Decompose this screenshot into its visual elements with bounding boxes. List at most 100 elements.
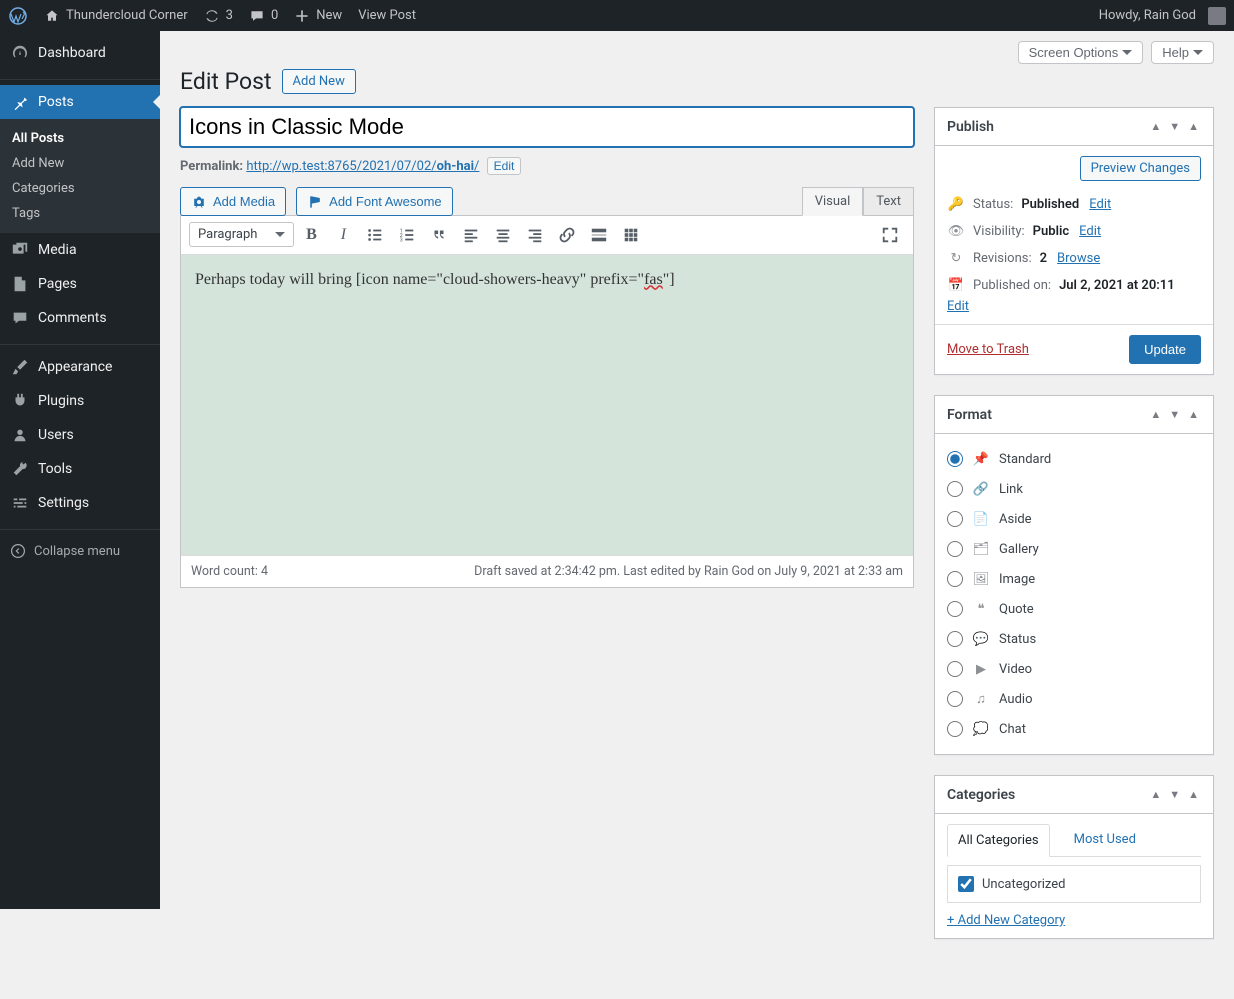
panel-toggle-icon[interactable]: ▲ (1186, 786, 1201, 803)
format-radio[interactable] (947, 601, 963, 617)
menu-settings[interactable]: Settings (0, 486, 160, 520)
update-button[interactable]: Update (1129, 335, 1201, 364)
add-media-button[interactable]: Add Media (180, 187, 286, 216)
menu-posts[interactable]: Posts (0, 85, 160, 119)
flag-icon (307, 193, 323, 210)
format-radio[interactable] (947, 691, 963, 707)
menu-separator (0, 525, 160, 530)
format-option-status[interactable]: 💬Status (947, 624, 1201, 654)
block-format-select[interactable]: Paragraph (189, 222, 294, 247)
blockquote-button[interactable] (424, 220, 454, 250)
gallery-icon: 🗂 (971, 539, 991, 559)
submenu-tags[interactable]: Tags (0, 201, 160, 226)
fullscreen-button[interactable] (875, 220, 905, 250)
tab-visual[interactable]: Visual (802, 187, 864, 216)
format-radio[interactable] (947, 661, 963, 677)
move-up-icon[interactable]: ▲ (1148, 118, 1163, 135)
edit-slug-button[interactable]: Edit (487, 157, 522, 175)
bullet-list-button[interactable] (360, 220, 390, 250)
menu-dashboard[interactable]: Dashboard (0, 36, 160, 70)
format-option-video[interactable]: ▶Video (947, 654, 1201, 684)
edit-visibility-link[interactable]: Edit (1079, 224, 1101, 239)
format-radio[interactable] (947, 571, 963, 587)
main-content: Screen Options Help Edit Post Add New Pe… (160, 31, 1234, 999)
menu-tools[interactable]: Tools (0, 452, 160, 486)
updates-link[interactable]: 3 (196, 0, 241, 31)
wp-logo[interactable] (0, 0, 36, 31)
menu-pages[interactable]: Pages (0, 267, 160, 301)
browse-revisions-link[interactable]: Browse (1057, 251, 1100, 266)
format-option-link[interactable]: 🔗Link (947, 474, 1201, 504)
move-down-icon[interactable]: ▼ (1167, 786, 1182, 803)
submenu-categories[interactable]: Categories (0, 176, 160, 201)
view-post-link[interactable]: View Post (350, 0, 424, 31)
format-option-aside[interactable]: 📄Aside (947, 504, 1201, 534)
menu-plugins[interactable]: Plugins (0, 384, 160, 418)
move-down-icon[interactable]: ▼ (1167, 118, 1182, 135)
format-option-quote[interactable]: ❝Quote (947, 594, 1201, 624)
format-option-audio[interactable]: ♫Audio (947, 684, 1201, 714)
history-icon: ↻ (947, 251, 965, 266)
format-option-image[interactable]: 🖼Image (947, 564, 1201, 594)
help-button[interactable]: Help (1151, 41, 1214, 64)
menu-separator (0, 340, 160, 345)
menu-users[interactable]: Users (0, 418, 160, 452)
move-down-icon[interactable]: ▼ (1167, 406, 1182, 423)
collapse-menu[interactable]: Collapse menu (0, 535, 160, 567)
category-checkbox[interactable] (958, 876, 974, 892)
chat-icon: 💭 (971, 719, 991, 739)
add-new-category-link[interactable]: + Add New Category (947, 913, 1201, 928)
format-option-standard[interactable]: 📌Standard (947, 444, 1201, 474)
home-icon (44, 8, 60, 24)
format-radio[interactable] (947, 631, 963, 647)
audio-icon: ♫ (971, 689, 991, 709)
submenu-all-posts[interactable]: All Posts (0, 126, 160, 151)
categories-heading: Categories (947, 787, 1015, 803)
menu-media[interactable]: Media (0, 233, 160, 267)
menu-comments[interactable]: Comments (0, 301, 160, 335)
submenu-add-new[interactable]: Add New (0, 151, 160, 176)
preview-changes-button[interactable]: Preview Changes (1080, 156, 1201, 181)
panel-toggle-icon[interactable]: ▲ (1186, 118, 1201, 135)
link-button[interactable] (552, 220, 582, 250)
move-up-icon[interactable]: ▲ (1148, 406, 1163, 423)
cat-tab-most-used[interactable]: Most Used (1064, 824, 1146, 856)
format-radio[interactable] (947, 481, 963, 497)
new-content-link[interactable]: New (286, 0, 350, 31)
numbered-list-button[interactable]: 123 (392, 220, 422, 250)
panel-toggle-icon[interactable]: ▲ (1186, 406, 1201, 423)
menu-appearance[interactable]: Appearance (0, 350, 160, 384)
format-option-gallery[interactable]: 🗂Gallery (947, 534, 1201, 564)
read-more-button[interactable] (584, 220, 614, 250)
edit-date-link[interactable]: Edit (947, 299, 969, 314)
edit-status-link[interactable]: Edit (1089, 197, 1111, 212)
howdy-text: Howdy, Rain God (1099, 8, 1196, 23)
plug-icon (10, 391, 30, 411)
bold-button[interactable]: B (296, 220, 326, 250)
post-title-input[interactable] (180, 107, 914, 147)
italic-button[interactable]: I (328, 220, 358, 250)
move-to-trash-link[interactable]: Move to Trash (947, 342, 1029, 357)
permalink-url[interactable]: http://wp.test:8765/2021/07/02/oh-hai/ (246, 159, 479, 174)
align-left-button[interactable] (456, 220, 486, 250)
category-item[interactable]: Uncategorized (958, 876, 1190, 892)
format-radio[interactable] (947, 511, 963, 527)
format-radio[interactable] (947, 451, 963, 467)
account-link[interactable]: Howdy, Rain God (1091, 0, 1234, 31)
site-name-link[interactable]: Thundercloud Corner (36, 0, 196, 31)
tab-text[interactable]: Text (863, 187, 914, 215)
format-heading: Format (947, 407, 992, 423)
cat-tab-all[interactable]: All Categories (947, 824, 1050, 857)
move-up-icon[interactable]: ▲ (1148, 786, 1163, 803)
comments-link[interactable]: 0 (241, 0, 286, 31)
align-center-button[interactable] (488, 220, 518, 250)
format-option-chat[interactable]: 💭Chat (947, 714, 1201, 744)
format-radio[interactable] (947, 541, 963, 557)
add-new-button[interactable]: Add New (282, 69, 356, 94)
editor-content[interactable]: Perhaps today will bring [icon name="clo… (181, 255, 913, 555)
add-font-awesome-button[interactable]: Add Font Awesome (296, 187, 453, 216)
screen-options-button[interactable]: Screen Options (1018, 41, 1144, 64)
toolbar-toggle-button[interactable] (616, 220, 646, 250)
format-radio[interactable] (947, 721, 963, 737)
align-right-button[interactable] (520, 220, 550, 250)
